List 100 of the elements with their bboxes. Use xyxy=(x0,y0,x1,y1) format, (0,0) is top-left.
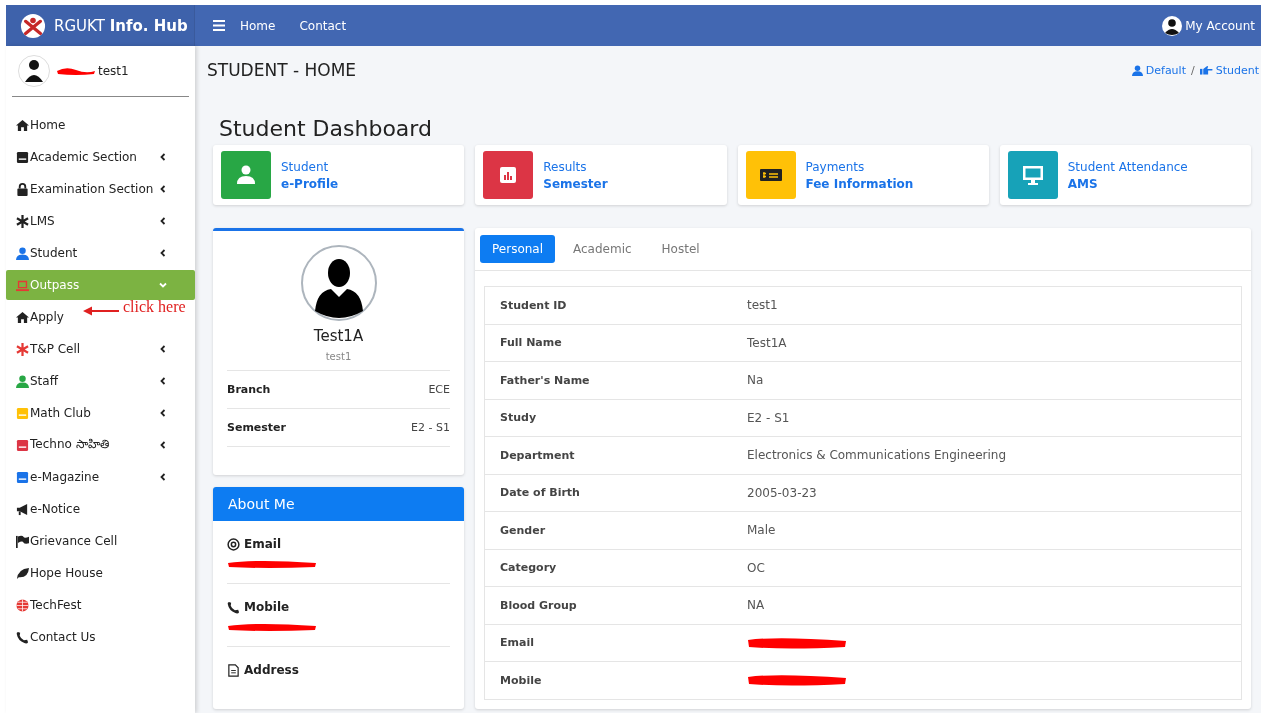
sidebar-item[interactable]: Hope House xyxy=(6,557,105,589)
chevron-icon xyxy=(159,153,167,161)
card-subtitle: e-Profile xyxy=(281,176,339,191)
user-avatar-icon xyxy=(18,55,50,87)
field-label: Semester xyxy=(227,421,286,434)
sidebar-item[interactable]: e-Magazine xyxy=(6,461,195,493)
dashboard-card[interactable]: Payments Fee Information xyxy=(737,145,989,205)
sidebar-item[interactable]: Academic Section xyxy=(6,141,195,173)
lock-icon xyxy=(16,182,29,196)
sidebar-item[interactable]: Staff xyxy=(6,365,195,397)
table-cell: 2005-03-23 xyxy=(747,485,817,500)
table-cell: OC xyxy=(747,560,765,575)
sidebar-item[interactable]: Contact Us xyxy=(6,621,98,653)
home-icon xyxy=(16,310,29,324)
breadcrumb-separator: / xyxy=(1190,63,1195,77)
table-cell: Electronics & Communications Engineering xyxy=(747,448,1007,463)
table-cell: Test1A xyxy=(747,335,787,350)
table-cell-text: Full Name xyxy=(500,336,563,350)
sidebar-item[interactable]: Grievance Cell xyxy=(6,525,120,557)
logo-icon xyxy=(20,12,46,39)
page-title: STUDENT - HOME xyxy=(207,60,357,80)
chevron-icon xyxy=(159,249,167,257)
document-icon xyxy=(227,663,240,677)
table-cell-text: Email xyxy=(500,636,535,650)
dashboard-card[interactable]: Student e-Profile xyxy=(213,145,465,205)
pointing-hand-icon xyxy=(1199,64,1213,76)
chevron-icon xyxy=(159,441,167,449)
sidebar-item[interactable]: LMS xyxy=(6,205,195,237)
my-account-link[interactable]: My Account xyxy=(1185,18,1255,33)
table-cell: Male xyxy=(747,523,776,538)
menu-icon[interactable] xyxy=(213,20,225,31)
flag-icon xyxy=(16,534,29,548)
about-label: Mobile xyxy=(244,600,290,614)
table-cell-text: Department xyxy=(500,448,576,462)
nav-link[interactable]: Contact xyxy=(299,18,347,33)
dashboard-title: Student Dashboard xyxy=(219,116,433,141)
card-subtitle: Semester xyxy=(543,176,608,191)
chevron-icon xyxy=(159,409,167,417)
chevron-icon xyxy=(159,345,167,353)
book-icon xyxy=(16,438,29,452)
sidebar-item[interactable]: Home xyxy=(6,109,68,141)
table-cell-text: Study xyxy=(500,411,538,425)
profile-username: test1 xyxy=(325,351,352,362)
sidebar-item[interactable]: Math Club xyxy=(6,397,195,429)
asterisk-icon xyxy=(16,214,29,228)
person-icon xyxy=(235,164,257,186)
nav-link[interactable]: Home xyxy=(240,18,276,33)
card-title: Student xyxy=(281,159,330,174)
table-cell-text: Blood Group xyxy=(500,598,578,612)
tab[interactable]: Personal xyxy=(480,235,555,263)
table-cell-text: Date of Birth xyxy=(500,486,581,500)
phone-icon xyxy=(227,600,240,614)
sidebar-item[interactable]: Student xyxy=(6,237,195,269)
about-label: Address xyxy=(244,663,299,677)
sidebar-item[interactable]: T&P Cell xyxy=(6,333,195,365)
arrow-icon xyxy=(83,306,119,316)
monitor-icon xyxy=(1021,164,1044,186)
card-title: Payments xyxy=(805,159,866,174)
asterisk-icon xyxy=(16,342,29,356)
book-icon xyxy=(16,150,29,164)
table-cell: test1 xyxy=(747,298,778,313)
chevron-icon xyxy=(159,377,167,385)
breadcrumb-link[interactable]: Student xyxy=(1199,63,1259,77)
sidebar-item[interactable]: e-Notice xyxy=(6,493,83,525)
leaf-icon xyxy=(16,566,29,580)
card-title: Results xyxy=(543,159,588,174)
sidebar-item[interactable]: Techno సాహితి xyxy=(6,429,195,461)
user-name: test1 xyxy=(98,64,129,78)
person-icon xyxy=(16,374,29,388)
person-icon xyxy=(1131,64,1143,76)
megaphone-icon xyxy=(16,502,29,516)
tab[interactable]: Hostel xyxy=(649,235,712,263)
tab[interactable]: Academic xyxy=(561,235,644,263)
table-cell: E2 - S1 xyxy=(747,410,790,425)
breadcrumb-link[interactable]: Default xyxy=(1131,63,1186,77)
laptop-icon xyxy=(16,278,29,292)
chevron-icon xyxy=(159,473,167,481)
book-icon xyxy=(16,470,29,484)
card-title: Student Attendance xyxy=(1067,159,1188,174)
dashboard-card[interactable]: Student Attendance AMS xyxy=(999,145,1251,205)
chevron-icon xyxy=(159,281,167,289)
phone-icon xyxy=(16,630,29,644)
card-subtitle: AMS xyxy=(1067,176,1099,191)
sidebar-item[interactable]: Apply xyxy=(6,301,66,333)
table-cell-text: Student ID xyxy=(500,298,568,312)
user-avatar-icon xyxy=(300,245,377,321)
globe-icon xyxy=(16,598,29,612)
table-cell: NA xyxy=(747,598,765,613)
sidebar-item[interactable]: Examination Section xyxy=(6,173,195,205)
table-cell: Na xyxy=(747,373,764,388)
table-cell-text: Father's Name xyxy=(500,373,591,387)
profile-name: Test1A xyxy=(313,327,364,345)
home-icon xyxy=(16,118,29,132)
chevron-icon xyxy=(159,185,167,193)
person-icon xyxy=(16,246,29,260)
sidebar-item[interactable]: TechFest xyxy=(6,589,84,621)
dashboard-card[interactable]: Results Semester xyxy=(475,145,727,205)
brand-title[interactable]: RGUKT Info. Hub xyxy=(54,16,188,35)
field-label: Branch xyxy=(227,383,271,396)
book-icon xyxy=(16,406,29,420)
